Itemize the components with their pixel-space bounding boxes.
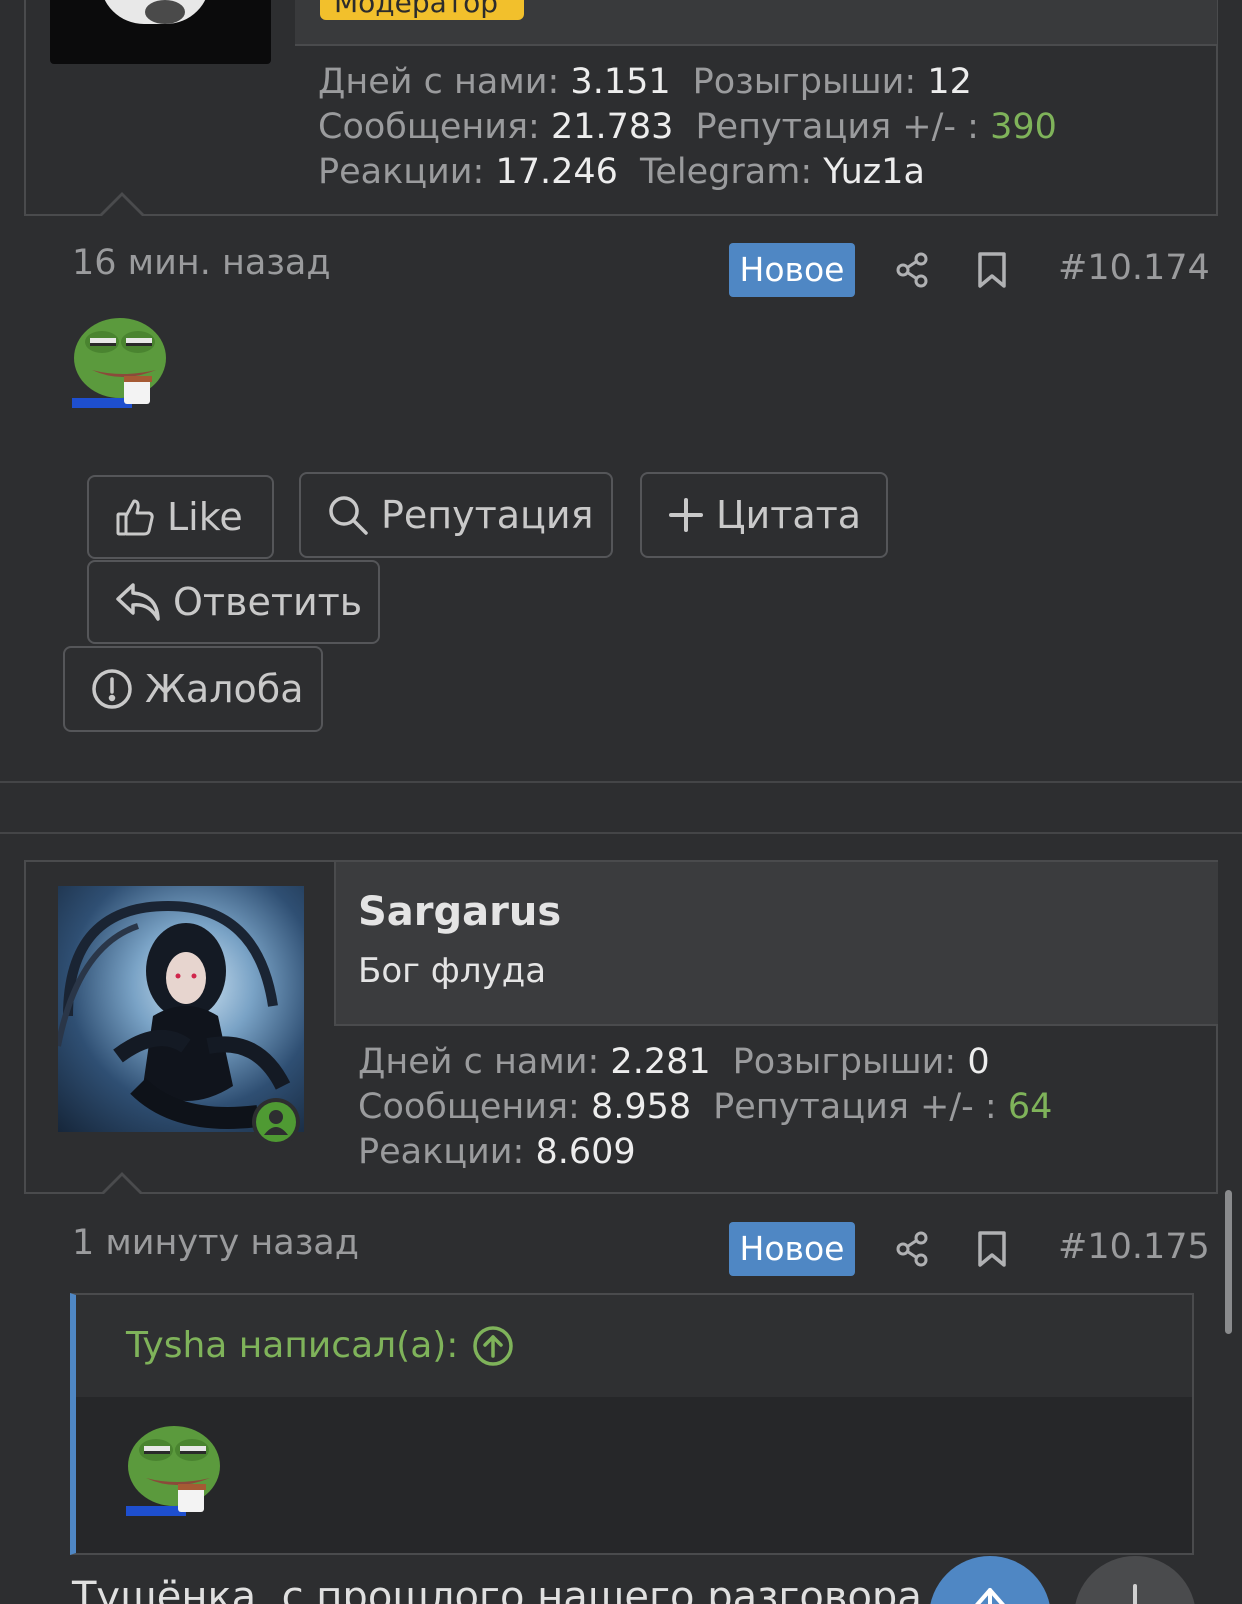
bookmark-icon[interactable] xyxy=(970,1227,1014,1271)
post2-name-bar xyxy=(334,862,1218,1026)
quote-author[interactable]: Tysha написал(а): xyxy=(126,1325,458,1366)
post2-body-text: Тушёнка, с прошлого нашего разговора о xyxy=(72,1574,960,1604)
quote-button[interactable]: Цитата xyxy=(640,472,888,558)
post1-stats-row3: Реакции: 17.246 Telegram: Yuz1a xyxy=(318,152,925,192)
like-button[interactable]: Like xyxy=(87,475,274,559)
like-label: Like xyxy=(167,495,243,539)
post1-new-badge: Новое xyxy=(729,243,855,297)
scrollbar[interactable] xyxy=(1225,1190,1232,1334)
post2-username[interactable]: Sargarus xyxy=(358,889,561,935)
pepe-emoji xyxy=(126,1420,222,1516)
post-divider xyxy=(0,832,1242,834)
post1-stats-row2: Сообщения: 21.783 Репутация +/- : 390 xyxy=(318,107,1057,147)
reply-label: Ответить xyxy=(173,580,363,624)
post2-time[interactable]: 1 минуту назад xyxy=(72,1223,359,1263)
like-icon xyxy=(116,499,154,536)
post2-stats-row1: Дней с нами: 2.281 Розыгрыши: 0 xyxy=(358,1042,990,1082)
post2-avatar[interactable] xyxy=(58,886,304,1132)
post2-user-title: Бог флуда xyxy=(358,951,547,991)
reply-icon xyxy=(116,583,160,621)
post1-stats-row1: Дней с нами: 3.151 Розыгрыши: 12 xyxy=(318,62,972,102)
scroll-up-button[interactable] xyxy=(929,1556,1051,1604)
scroll-down-button[interactable] xyxy=(1074,1556,1196,1604)
post2-stats-row2: Сообщения: 8.958 Репутация +/- : 64 xyxy=(358,1087,1053,1127)
alert-icon xyxy=(92,669,132,709)
arrow-up-circle-icon[interactable] xyxy=(472,1325,514,1367)
share-icon[interactable] xyxy=(890,1227,934,1271)
post2-number[interactable]: #10.175 xyxy=(1058,1227,1210,1267)
plus-icon xyxy=(669,498,703,532)
post1-avatar[interactable] xyxy=(50,0,271,64)
post1-time[interactable]: 16 мин. назад xyxy=(72,243,331,283)
post1-number[interactable]: #10.174 xyxy=(1058,248,1210,288)
search-icon xyxy=(329,496,368,535)
quote-label: Цитата xyxy=(716,493,862,537)
reputation-button[interactable]: Репутация xyxy=(299,472,613,558)
reply-button[interactable]: Ответить xyxy=(87,560,380,644)
post2-stats-row3: Реакции: 8.609 xyxy=(358,1132,636,1172)
reputation-label: Репутация xyxy=(381,493,594,537)
moderator-badge: Модератор xyxy=(320,0,524,20)
post2-new-badge: Новое xyxy=(729,1222,855,1276)
post-divider xyxy=(0,781,1242,783)
report-label: Жалоба xyxy=(145,667,304,711)
share-icon[interactable] xyxy=(890,248,934,292)
report-button[interactable]: Жалоба xyxy=(63,646,323,732)
user-online-icon xyxy=(252,1098,300,1146)
bookmark-icon[interactable] xyxy=(970,248,1014,292)
pepe-emoji xyxy=(72,312,168,408)
